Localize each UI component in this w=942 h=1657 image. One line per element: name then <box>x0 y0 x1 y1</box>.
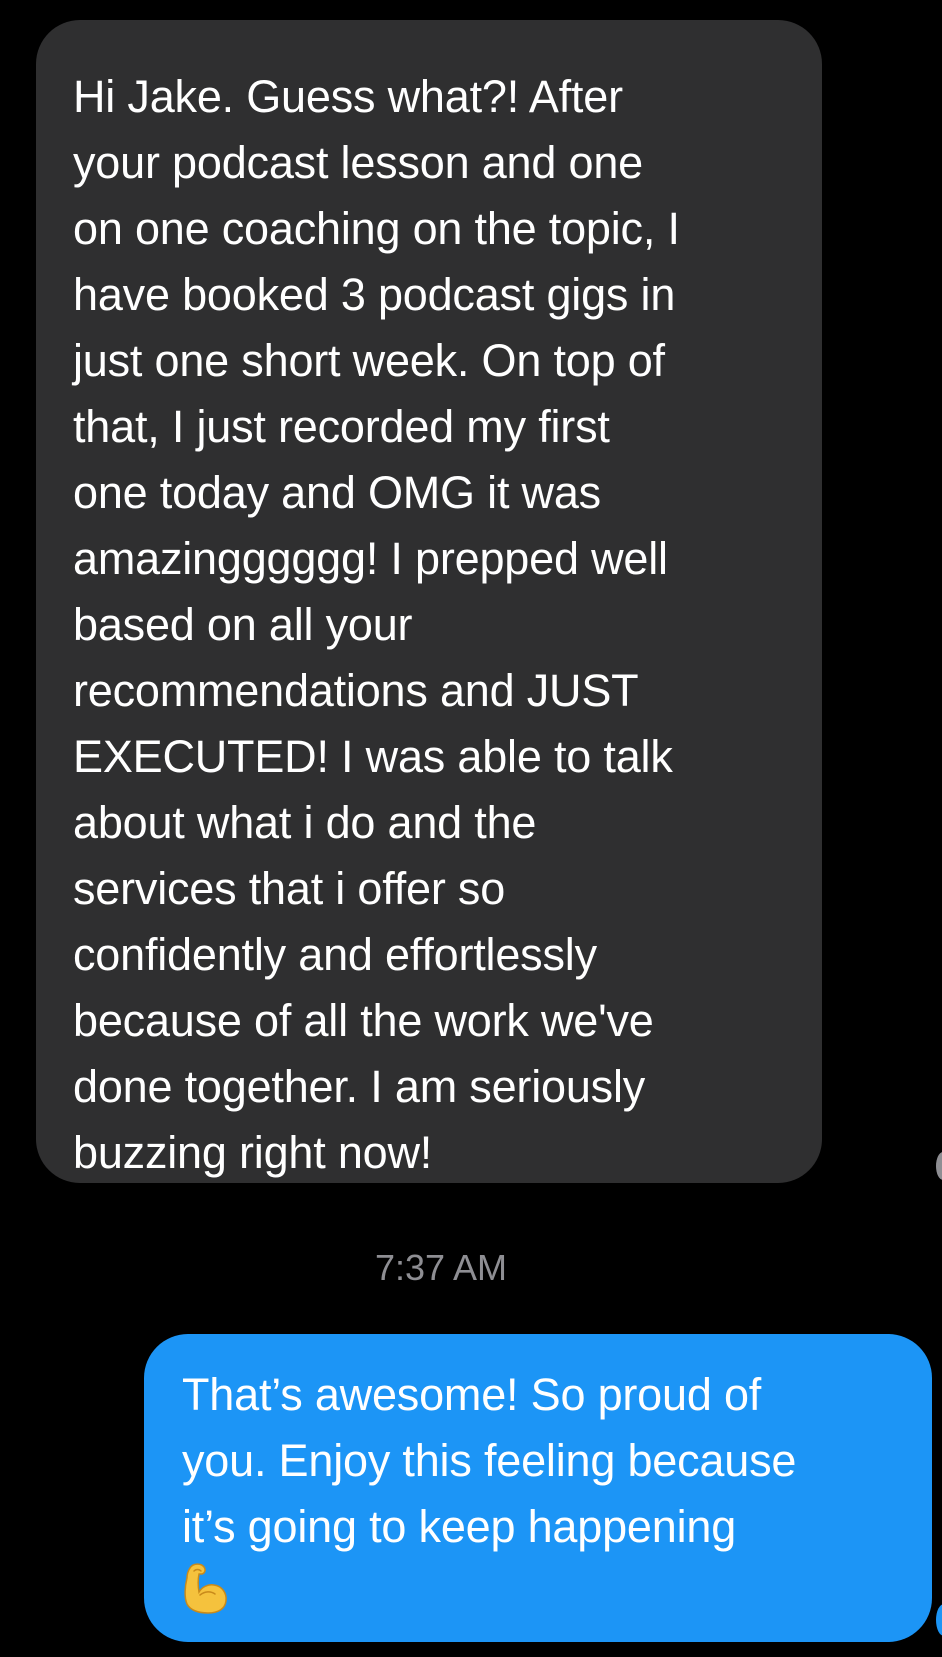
message-line: recommendations and JUST <box>73 665 639 716</box>
message-line: it’s going to keep happening <box>182 1501 737 1552</box>
message-line: services that i offer so <box>73 863 506 914</box>
delivery-indicator <box>936 1604 942 1636</box>
message-thread: Hi Jake. Guess what?! After your podcast… <box>0 0 942 1657</box>
message-line: on one coaching on the topic, I <box>73 203 680 254</box>
message-line: Hi Jake. Guess what?! After <box>73 71 623 122</box>
message-line: you. Enjoy this feeling because <box>182 1435 797 1486</box>
message-line: your podcast lesson and one <box>73 137 643 188</box>
message-line: done together. I am seriously <box>73 1061 646 1112</box>
message-line: EXECUTED! I was able to talk <box>73 731 673 782</box>
sent-message-bubble[interactable]: That’s awesome! So proud of you. Enjoy t… <box>144 1334 932 1642</box>
message-line: one today and OMG it was <box>73 467 601 518</box>
message-line: that, I just recorded my first <box>73 401 610 452</box>
message-line: amazingggggg! I prepped well <box>73 533 668 584</box>
message-line: confidently and effortlessly <box>73 929 597 980</box>
message-line: have booked 3 podcast gigs in <box>73 269 676 320</box>
emoji-line <box>182 1560 902 1626</box>
message-line: That’s awesome! So proud of <box>182 1369 762 1420</box>
received-message-bubble[interactable]: Hi Jake. Guess what?! After your podcast… <box>36 20 822 1183</box>
message-timestamp: 7:37 AM <box>374 1247 508 1288</box>
message-line: based on all your <box>73 599 413 650</box>
reaction-indicator <box>936 1152 942 1180</box>
flexed-biceps-icon <box>184 1563 227 1614</box>
message-line: just one short week. On top of <box>73 335 665 386</box>
message-line: because of all the work we've <box>73 995 654 1046</box>
message-line: about what i do and the <box>73 797 537 848</box>
message-line: buzzing right now! <box>73 1127 433 1178</box>
